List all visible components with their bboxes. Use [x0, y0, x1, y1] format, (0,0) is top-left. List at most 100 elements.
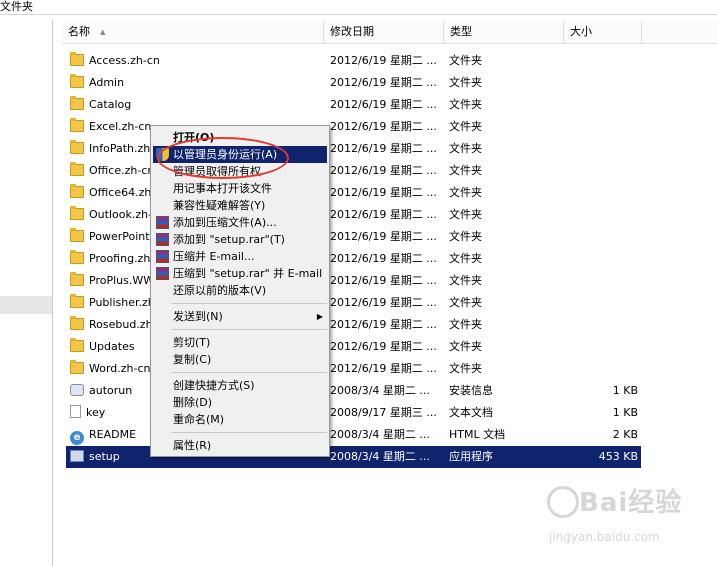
winrar-icon [156, 216, 169, 229]
file-name: Publisher.zh- [89, 296, 159, 309]
menu-item-label: 压缩到 "setup.rar" 并 E-mail [173, 267, 323, 280]
column-header-date[interactable]: 修改日期 [324, 21, 444, 43]
menu-separator [171, 329, 327, 330]
breadcrumb[interactable]: 文件夹 [0, 0, 33, 14]
menu-item-send-to[interactable]: 发送到(N) ▶ [153, 308, 327, 325]
file-type: 文件夹 [449, 296, 482, 309]
highlight-annotation-ellipse [157, 137, 289, 179]
column-header-name[interactable]: 名称 ▲ [62, 21, 324, 43]
column-header-type[interactable]: 类型 [444, 21, 564, 43]
column-size-label: 大小 [570, 25, 592, 38]
file-type: 文件夹 [449, 186, 482, 199]
folder-icon [70, 162, 84, 176]
menu-item-label: 还原以前的版本(V) [173, 284, 267, 297]
file-size: 453 KB [598, 450, 638, 463]
file-name: Updates [89, 340, 135, 353]
file-type: 文件夹 [449, 252, 482, 265]
html-file-icon: e [70, 431, 84, 445]
file-date: 2012/6/19 星期二 ... [330, 186, 437, 199]
winrar-icon [156, 267, 169, 280]
menu-item-rename[interactable]: 重命名(M) [153, 411, 327, 428]
column-type-label: 类型 [450, 25, 472, 38]
watermark-brand: Bai经验 [579, 488, 683, 518]
file-name: Excel.zh-cn [89, 120, 152, 133]
menu-item-compress-setup-and-email[interactable]: 压缩到 "setup.rar" 并 E-mail [153, 265, 327, 282]
file-type: 文件夹 [449, 230, 482, 243]
menu-item-label: 属性(R) [173, 439, 212, 452]
folder-icon [70, 140, 84, 154]
file-type: 文件夹 [449, 208, 482, 221]
file-date: 2008/3/4 星期二 ... [330, 384, 430, 397]
file-name: Word.zh-cn [89, 362, 151, 375]
file-row[interactable]: Admin 2012/6/19 星期二 ... 文件夹 [66, 72, 641, 94]
menu-item-label: 添加到压缩文件(A)... [173, 216, 277, 229]
submenu-arrow-icon: ▶ [316, 312, 323, 321]
folder-icon [70, 184, 84, 198]
file-name: Outlook.zh-c [89, 208, 159, 221]
file-name: Access.zh-cn [89, 54, 160, 67]
address-bar: 文件夹 [0, 0, 717, 20]
application-icon [70, 450, 84, 462]
file-date: 2012/6/19 星期二 ... [330, 142, 437, 155]
menu-item-compress-and-email[interactable]: 压缩并 E-mail... [153, 248, 327, 265]
file-type: 应用程序 [449, 450, 493, 463]
menu-item-properties[interactable]: 属性(R) [153, 437, 327, 454]
file-type: 文本文档 [449, 406, 493, 419]
menu-item-add-to-setup-rar[interactable]: 添加到 "setup.rar"(T) [153, 231, 327, 248]
file-name: setup [89, 450, 120, 463]
menu-item-cut[interactable]: 剪切(T) [153, 334, 327, 351]
text-file-icon [70, 405, 81, 418]
column-header-size[interactable]: 大小 [564, 21, 642, 43]
winrar-icon [156, 233, 169, 246]
file-type: HTML 文档 [449, 428, 506, 441]
file-type: 文件夹 [449, 340, 482, 353]
file-name: autorun [89, 384, 133, 397]
menu-item-label: 重命名(M) [173, 413, 225, 426]
menu-item-label: 压缩并 E-mail... [173, 250, 255, 263]
folder-icon [70, 250, 84, 264]
file-name: InfoPath.zh [89, 142, 151, 155]
file-date: 2012/6/19 星期二 ... [330, 252, 437, 265]
file-type: 文件夹 [449, 120, 482, 133]
menu-item-label: 剪切(T) [173, 336, 211, 349]
file-date: 2012/6/19 星期二 ... [330, 98, 437, 111]
file-type: 安装信息 [449, 384, 493, 397]
watermark-url: jingyan.baidu.com [549, 530, 660, 544]
watermark: Bai经验 jingyan.baidu.com [545, 480, 715, 555]
file-row[interactable]: Catalog 2012/6/19 星期二 ... 文件夹 [66, 94, 641, 116]
menu-item-restore-previous-versions[interactable]: 还原以前的版本(V) [153, 282, 327, 299]
menu-item-create-shortcut[interactable]: 创建快捷方式(S) [153, 377, 327, 394]
folder-icon [70, 52, 84, 66]
menu-item-label: 复制(C) [173, 353, 212, 366]
folder-icon [70, 228, 84, 242]
file-type: 文件夹 [449, 54, 482, 67]
menu-item-add-to-archive[interactable]: 添加到压缩文件(A)... [153, 214, 327, 231]
file-date: 2012/6/19 星期二 ... [330, 208, 437, 221]
file-date: 2008/9/17 星期三 ... [330, 406, 437, 419]
file-type: 文件夹 [449, 318, 482, 331]
menu-item-troubleshoot-compatibility[interactable]: 兼容性疑难解答(Y) [153, 197, 327, 214]
menu-item-label: 删除(D) [173, 396, 213, 409]
file-type: 文件夹 [449, 142, 482, 155]
folder-icon [70, 294, 84, 308]
sort-ascending-icon: ▲ [100, 28, 106, 36]
file-date: 2008/3/4 星期二 ... [330, 450, 430, 463]
file-name-cell: Catalog [70, 94, 320, 116]
menu-item-open-with-notepad[interactable]: 用记事本打开该文件 [153, 180, 327, 197]
file-type: 文件夹 [449, 76, 482, 89]
menu-item-copy[interactable]: 复制(C) [153, 351, 327, 368]
file-size: 1 KB [612, 384, 638, 397]
file-date: 2012/6/19 星期二 ... [330, 274, 437, 287]
file-size: 1 KB [612, 406, 638, 419]
file-name: key [86, 406, 106, 419]
file-size: 2 KB [612, 428, 638, 441]
menu-item-label: 发送到(N) [173, 310, 223, 323]
file-type: 文件夹 [449, 274, 482, 287]
menu-item-label: 添加到 "setup.rar"(T) [173, 233, 285, 246]
folder-icon [70, 74, 84, 88]
file-name: PowerPoint.z [89, 230, 159, 243]
navigation-selected-item[interactable] [0, 296, 52, 314]
file-row[interactable]: Access.zh-cn 2012/6/19 星期二 ... 文件夹 [66, 50, 641, 72]
menu-item-delete[interactable]: 删除(D) [153, 394, 327, 411]
navigation-pane[interactable] [0, 20, 53, 566]
